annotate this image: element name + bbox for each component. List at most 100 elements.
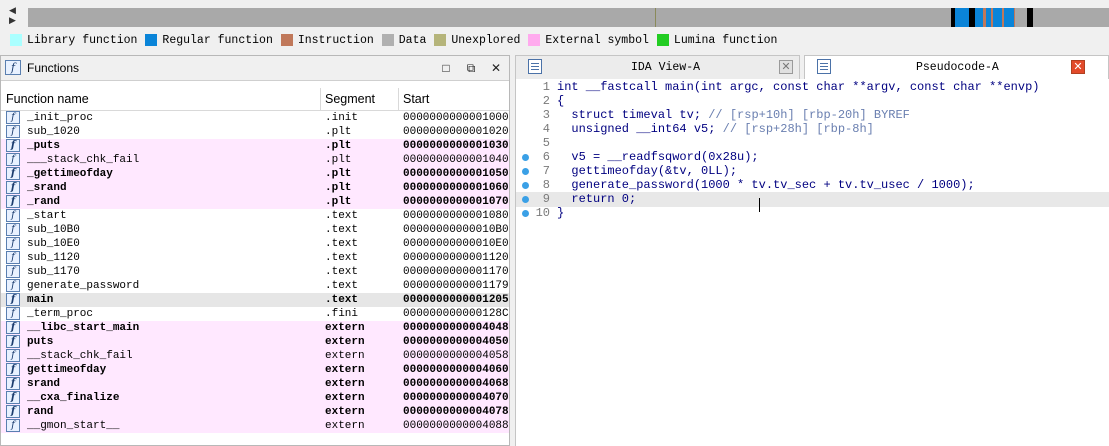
restore-icon[interactable]: ⧉ <box>463 60 479 76</box>
maximize-icon[interactable]: □ <box>438 60 454 76</box>
segment-cell: .plt <box>325 182 352 194</box>
table-row[interactable]: f gettimeofday extern 0000000000004060 <box>1 363 509 377</box>
code-line[interactable]: 6 v5 = __readfsqword(0x28u); <box>516 150 1109 165</box>
code-line[interactable]: 10} <box>516 206 1109 221</box>
segment-cell: extern <box>325 336 365 348</box>
nav-left-arrow-icon[interactable]: ◀ <box>9 5 19 15</box>
breakpoint-dot-icon[interactable] <box>522 182 529 189</box>
function-icon: f <box>6 419 20 432</box>
column-header-segment[interactable]: Segment <box>325 92 375 106</box>
function-name-cell: __cxa_finalize <box>27 392 120 404</box>
function-icon: f <box>6 167 20 180</box>
start-address-cell: 0000000000001060 <box>403 182 509 194</box>
legend-swatch <box>10 34 22 46</box>
function-icon: f <box>6 405 20 418</box>
table-row[interactable]: f _gettimeofday .plt 0000000000001050 <box>1 167 509 181</box>
table-row[interactable]: f _term_proc .fini 000000000000128C <box>1 307 509 321</box>
code-statement: v5 = __readfsqword(0x28u); <box>557 150 759 164</box>
column-header-start[interactable]: Start <box>403 92 429 106</box>
tab-ida-view-a[interactable]: IDA View-A ✕ <box>515 55 800 79</box>
legend-swatch <box>656 34 669 46</box>
table-row[interactable]: f _start .text 0000000000001080 <box>1 209 509 223</box>
segment-cell: .text <box>325 280 359 292</box>
close-icon[interactable]: ✕ <box>488 60 504 76</box>
function-icon: f <box>6 209 20 222</box>
table-row[interactable]: f _srand .plt 0000000000001060 <box>1 181 509 195</box>
column-divider[interactable] <box>320 88 321 110</box>
nav-scroll-arrows[interactable]: ◀ ▶ <box>9 5 19 25</box>
function-icon: f <box>6 293 20 306</box>
table-row[interactable]: f puts extern 0000000000004050 <box>1 335 509 349</box>
breakpoint-dot-icon[interactable] <box>522 196 529 203</box>
code-comment: // [rsp+28h] [rbp-8h] <box>722 122 874 136</box>
code-comment: // [rsp+10h] [rbp-20h] BYREF <box>708 108 910 122</box>
code-line[interactable]: 5 <box>516 136 1109 151</box>
code-line[interactable]: 9 return 0; <box>516 192 1109 207</box>
function-name-cell: _srand <box>27 182 67 194</box>
table-row[interactable]: f main .text 0000000000001205 <box>1 293 509 307</box>
start-address-cell: 0000000000001170 <box>403 266 509 278</box>
table-row[interactable]: f __cxa_finalize extern 0000000000004070 <box>1 391 509 405</box>
table-row[interactable]: f sub_1170 .text 0000000000001170 <box>1 265 509 279</box>
function-icon: f <box>6 237 20 250</box>
legend-swatch <box>434 34 447 46</box>
table-row[interactable]: f __libc_start_main extern 0000000000004048 <box>1 321 509 335</box>
table-row[interactable]: f sub_1120 .text 0000000000001120 <box>1 251 509 265</box>
line-number: 10 <box>535 206 550 220</box>
table-row[interactable]: f _init_proc .init 0000000000001000 <box>1 111 509 125</box>
breakpoint-dot-icon[interactable] <box>522 154 529 161</box>
table-row[interactable]: f _puts .plt 0000000000001030 <box>1 139 509 153</box>
table-row[interactable]: f sub_1020 .plt 0000000000001020 <box>1 125 509 139</box>
function-icon: f <box>6 335 20 348</box>
start-address-cell: 000000000000128C <box>403 308 509 320</box>
function-icon: f <box>6 363 20 376</box>
nav-right-arrow-icon[interactable]: ▶ <box>9 15 19 25</box>
table-row[interactable]: f __gmon_start__ extern 0000000000004088 <box>1 419 509 433</box>
code-statement: struct timeval tv; <box>557 108 709 122</box>
table-row[interactable]: f srand extern 0000000000004068 <box>1 377 509 391</box>
segment-cell: .plt <box>325 140 352 152</box>
table-row[interactable]: f rand extern 0000000000004078 <box>1 405 509 419</box>
start-address-cell: 0000000000004088 <box>403 420 509 432</box>
code-line[interactable]: 2{ <box>516 94 1109 109</box>
code-line[interactable]: 1 int __fastcall main(int argc, const cha… <box>516 80 1109 95</box>
code-line[interactable]: 3 struct timeval tv; // [rsp+10h] [rbp-2… <box>516 108 1109 123</box>
legend-swatch <box>381 34 394 46</box>
tab-pseudocode-a[interactable]: Pseudocode-A ✕ <box>804 55 1109 80</box>
code-line[interactable]: 4 unsigned __int64 v5; // [rsp+28h] [rbp… <box>516 122 1109 137</box>
column-header-function-name[interactable]: Function name <box>6 92 89 106</box>
table-row[interactable]: f __stack_chk_fail extern 0000000000004058 <box>1 349 509 363</box>
segment-cell: .text <box>325 238 359 250</box>
segment-cell: extern <box>325 392 365 404</box>
function-icon: f <box>6 125 20 138</box>
navigation-bar[interactable] <box>28 8 1109 27</box>
start-address-cell: 0000000000004050 <box>403 336 509 348</box>
code-line[interactable]: 7 gettimeofday(&tv, 0LL); <box>516 164 1109 179</box>
code-line[interactable]: 8 generate_password(1000 * tv.tv_sec + t… <box>516 178 1109 193</box>
nav-segment-code <box>993 8 1002 27</box>
pseudocode-view[interactable]: 1 int __fastcall main(int argc, const cha… <box>515 79 1109 446</box>
table-row[interactable]: f _rand .plt 0000000000001070 <box>1 195 509 209</box>
close-tab-icon[interactable]: ✕ <box>779 60 793 74</box>
breakpoint-dot-icon[interactable] <box>522 168 529 175</box>
ida-view-icon <box>528 59 542 74</box>
table-row[interactable]: f sub_10E0 .text 00000000000010E0 <box>1 237 509 251</box>
table-row[interactable]: f sub_10B0 .text 00000000000010B0 <box>1 223 509 237</box>
legend-swatch <box>145 34 158 46</box>
table-row[interactable]: f generate_password .text 0000000000001179 <box>1 279 509 293</box>
function-name-cell: sub_10B0 <box>27 224 80 236</box>
start-address-cell: 0000000000004068 <box>403 378 509 390</box>
segment-cell: .fini <box>325 308 359 320</box>
segment-cell: .text <box>325 224 359 236</box>
segment-cell: extern <box>325 350 365 362</box>
legend-label: Data <box>398 33 427 47</box>
function-icon: f <box>6 223 20 236</box>
close-tab-icon[interactable]: ✕ <box>1071 60 1085 74</box>
start-address-cell: 0000000000004048 <box>403 322 509 334</box>
code-statement: int __fastcall main(int argc, const char… <box>557 80 1040 94</box>
table-row[interactable]: f ___stack_chk_fail .plt 0000000000001040 <box>1 153 509 167</box>
breakpoint-dot-icon[interactable] <box>522 210 529 217</box>
function-name-cell: puts <box>27 336 54 348</box>
column-divider[interactable] <box>398 88 399 110</box>
start-address-cell: 0000000000001080 <box>403 210 509 222</box>
